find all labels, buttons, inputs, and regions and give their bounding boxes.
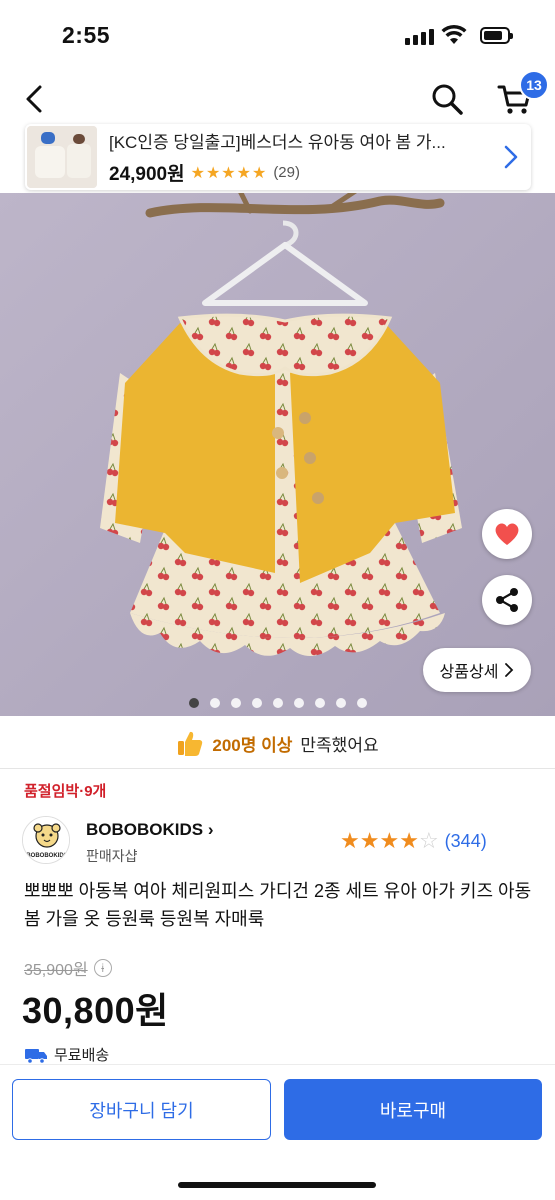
gallery-dot[interactable] xyxy=(356,698,367,708)
chevron-right-icon xyxy=(505,663,514,677)
shipping-label: 무료배송 xyxy=(54,1047,110,1064)
search-icon[interactable] xyxy=(430,82,464,116)
share-icon xyxy=(496,588,518,612)
gallery-dot[interactable] xyxy=(335,698,346,708)
back-arrow-icon[interactable] xyxy=(20,82,50,116)
gallery-dot[interactable] xyxy=(251,698,262,708)
product-image-gallery[interactable]: 상품상세 xyxy=(0,193,555,716)
gallery-dot[interactable] xyxy=(209,698,220,708)
heart-icon xyxy=(495,523,519,545)
bottom-action-bar: 장바구니 담기 바로구매 xyxy=(0,1064,555,1200)
wifi-icon xyxy=(441,24,467,44)
satisfaction-banner: 200명 이상 만족했어요 xyxy=(0,723,555,763)
gallery-dot[interactable] xyxy=(230,698,241,708)
seller-name-text: BOBOBOKIDS xyxy=(86,820,204,839)
seller-rating[interactable]: ★★★★☆ (344) xyxy=(340,828,487,854)
product-detail-label: 상품상세 xyxy=(439,664,499,681)
section-divider xyxy=(0,768,555,769)
cart-count-badge[interactable]: 13 xyxy=(519,70,549,100)
gallery-dot[interactable] xyxy=(314,698,325,708)
status-bar: 2:55 xyxy=(0,0,555,72)
share-button[interactable] xyxy=(482,575,532,625)
mini-review-count: (29) xyxy=(273,164,300,181)
satisfaction-count: 200명 이상 xyxy=(212,735,293,755)
status-time: 2:55 xyxy=(62,22,111,48)
gallery-dot[interactable] xyxy=(272,698,283,708)
wishlist-button[interactable] xyxy=(482,509,532,559)
low-stock-notice: 품절임박·9개 xyxy=(24,783,107,800)
original-price-value: 35,900원 xyxy=(24,962,88,979)
thumbs-up-icon xyxy=(178,731,203,756)
product-thumbnail xyxy=(27,126,97,188)
star-icon: ☆ xyxy=(418,828,439,853)
cellular-signal-icon xyxy=(405,29,434,45)
star-icon: ★ xyxy=(399,828,419,853)
original-price: 35,900원 i xyxy=(24,956,112,980)
gallery-dot[interactable] xyxy=(188,698,199,708)
star-icon: ★ xyxy=(359,828,380,853)
product-photo xyxy=(0,193,555,716)
star-rating-icons: ★★★★☆ xyxy=(340,828,439,854)
mini-rating-stars: ★★★★★ xyxy=(190,164,268,182)
buy-now-button[interactable]: 바로구매 xyxy=(284,1079,542,1140)
gallery-page-indicator[interactable] xyxy=(0,698,555,708)
sale-price: 30,800원 xyxy=(22,990,169,1031)
add-to-cart-button[interactable]: 장바구니 담기 xyxy=(12,1079,271,1140)
home-indicator xyxy=(178,1182,376,1188)
svg-text:BOBOBOKIDS: BOBOBOKIDS xyxy=(26,853,67,859)
delivery-truck-icon xyxy=(25,1048,47,1064)
chevron-right-icon: › xyxy=(207,820,214,839)
seller-subtitle: 판매자샵 xyxy=(86,848,138,864)
star-icon: ★ xyxy=(340,828,360,853)
product-detail-button[interactable]: 상품상세 xyxy=(423,648,531,692)
chevron-right-icon[interactable] xyxy=(499,142,523,172)
mini-product-price: 24,900원 xyxy=(109,164,185,185)
nav-bar xyxy=(0,72,555,128)
satisfaction-text: 만족했어요 xyxy=(300,735,379,755)
mini-product-info: [KC인증 당일출고]베스더스 유아동 여아 봄 가... 24,900원 ★★… xyxy=(109,128,499,186)
seller-logo[interactable]: BOBOBOKIDS xyxy=(22,816,70,864)
seller-name[interactable]: BOBOBOKIDS › xyxy=(86,820,214,840)
star-icon: ★ xyxy=(379,828,400,853)
seller-review-count[interactable]: (344) xyxy=(445,831,487,852)
seller-info[interactable]: BOBOBOKIDS BOBOBOKIDS › 판매자샵 ★★★★☆ (344) xyxy=(22,816,532,866)
info-icon[interactable]: i xyxy=(93,959,112,977)
mini-product-title: [KC인증 당일출고]베스더스 유아동 여아 봄 가... xyxy=(109,133,446,152)
battery-icon xyxy=(480,27,513,44)
sticky-product-summary[interactable]: [KC인증 당일출고]베스더스 유아동 여아 봄 가... 24,900원 ★★… xyxy=(25,124,531,190)
product-title: 뽀뽀뽀 아동복 여아 체리원피스 가디건 2종 세트 유아 아가 키즈 아동 봄… xyxy=(24,881,532,929)
gallery-dot[interactable] xyxy=(293,698,304,708)
shipping-info: 무료배송 xyxy=(24,1044,109,1065)
